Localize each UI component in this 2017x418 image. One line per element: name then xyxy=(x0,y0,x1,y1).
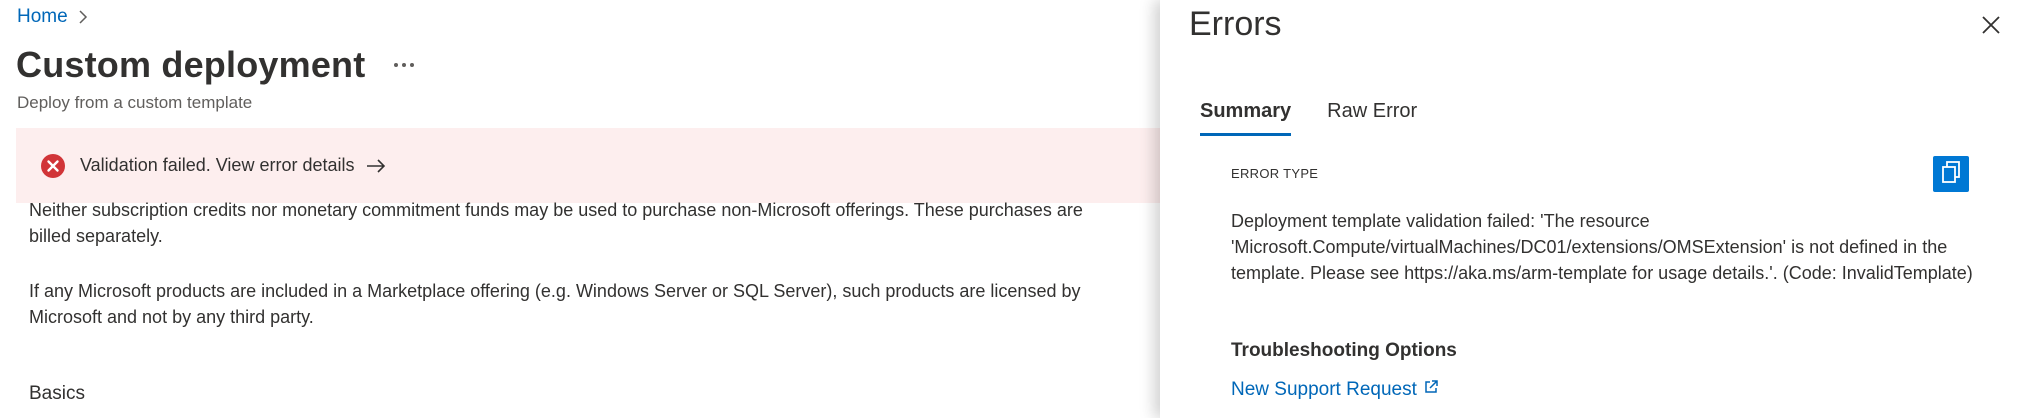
banner-message: Validation failed. View error details xyxy=(80,155,355,175)
error-tabs: Summary Raw Error xyxy=(1200,100,1417,136)
more-options-button[interactable] xyxy=(384,52,424,78)
new-support-request-link[interactable]: New Support Request xyxy=(1231,379,1439,401)
breadcrumb-home-link[interactable]: Home xyxy=(17,6,68,28)
error-message: Deployment template validation failed: '… xyxy=(1231,211,1973,283)
external-link-icon xyxy=(1423,379,1439,401)
close-button[interactable] xyxy=(1976,12,2006,42)
close-icon xyxy=(1980,14,2002,41)
validation-error-banner[interactable]: Validation failed. View error details xyxy=(16,128,1160,203)
main-content: Home Custom deployment Deploy from a cus… xyxy=(0,0,1160,418)
error-type-label: ERROR TYPE xyxy=(1231,166,1319,181)
troubleshooting-heading: Troubleshooting Options xyxy=(1231,340,1457,361)
page-title: Custom deployment xyxy=(16,44,366,85)
errors-panel: Errors Summary Raw Error ERROR TYPE Depl… xyxy=(1160,0,2017,418)
section-basics-heading: Basics xyxy=(29,383,85,404)
page-subtitle: Deploy from a custom template xyxy=(17,93,253,112)
copy-icon xyxy=(1940,160,1962,189)
tab-summary[interactable]: Summary xyxy=(1200,100,1292,136)
licensing-notice-paragraph: If any Microsoft products are included i… xyxy=(29,281,1081,327)
support-link-label: New Support Request xyxy=(1231,379,1417,400)
error-circle-icon xyxy=(40,153,66,179)
chevron-right-icon xyxy=(78,9,88,25)
copy-button[interactable] xyxy=(1933,156,1969,192)
tab-raw-error[interactable]: Raw Error xyxy=(1327,100,1417,136)
marketplace-notice-paragraph: Neither subscription credits nor monetar… xyxy=(29,200,1083,246)
arrow-right-icon xyxy=(366,158,386,173)
breadcrumb: Home xyxy=(17,6,88,28)
panel-title: Errors xyxy=(1189,5,1282,43)
